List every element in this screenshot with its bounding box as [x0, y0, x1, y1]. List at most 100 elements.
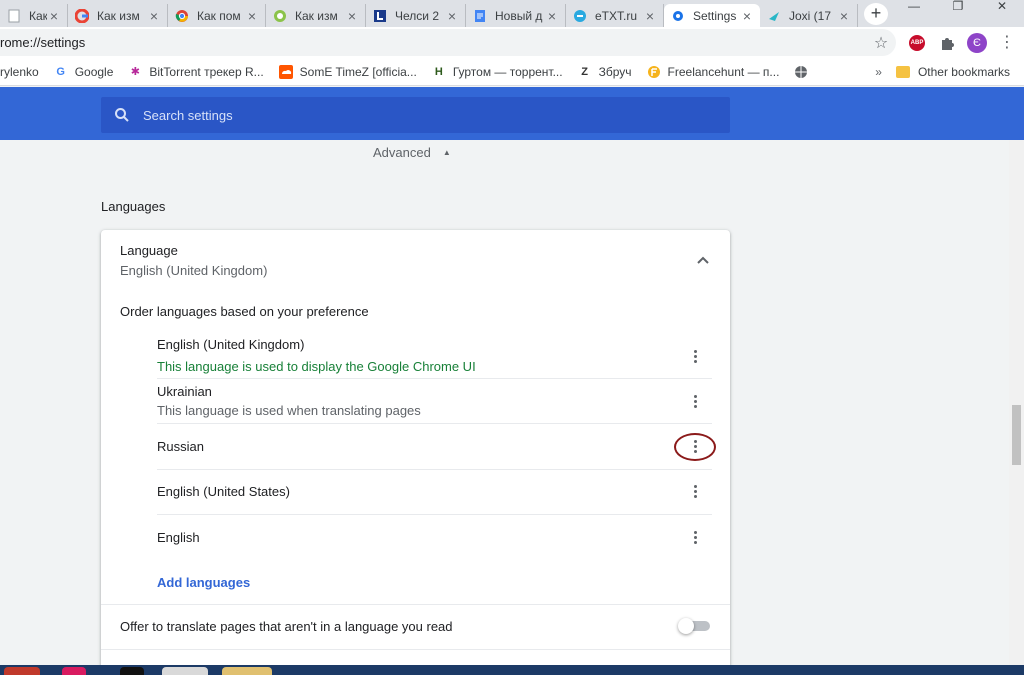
bookmark-1[interactable]: rylenko — [0, 65, 39, 79]
tab-7[interactable]: eTXT.ru × — [566, 4, 664, 27]
tab-6[interactable]: Новый д × — [466, 4, 566, 27]
more-vert-icon — [693, 484, 697, 498]
taskbar-app[interactable] — [62, 667, 86, 675]
taskbar-app[interactable] — [120, 667, 144, 675]
adblock-extension-button[interactable]: ABP — [902, 31, 932, 55]
section-title: Languages — [101, 199, 166, 214]
language-name: English (United Kingdom) — [157, 337, 305, 352]
close-icon[interactable]: × — [740, 8, 754, 24]
bookmark-zbruch[interactable]: Z Збруч — [577, 64, 632, 80]
page-scrollbar[interactable] — [1009, 140, 1024, 665]
bookmark-label: SomE TimeZ [officia... — [299, 64, 417, 79]
tab-strip: Как изм × Как изм × Как пом × Как изм × … — [0, 0, 1024, 27]
bookmark-bittorrent[interactable]: ✱ BitTorrent трекер R... — [127, 64, 264, 80]
globe-icon — [793, 64, 809, 80]
search-input[interactable] — [143, 107, 730, 123]
bookmark-label: Гуртом — торрент... — [452, 64, 563, 79]
bookmark-globe[interactable] — [793, 64, 815, 80]
bookmark-google[interactable]: G Google — [53, 64, 113, 80]
address-bar[interactable]: rome://settings ☆ — [0, 29, 896, 56]
close-icon[interactable]: × — [643, 8, 657, 24]
close-icon[interactable]: × — [445, 8, 459, 24]
bookmark-hurtom[interactable]: H Гуртом — торрент... — [431, 64, 563, 80]
toolbar: rome://settings ☆ ABP Є ⋮ — [0, 27, 1024, 58]
new-tab-button[interactable]: + — [864, 2, 888, 25]
close-window-button[interactable]: ✕ — [980, 0, 1024, 16]
advanced-toggle[interactable]: Advanced ▲ — [373, 145, 451, 160]
url-text[interactable]: rome://settings — [0, 35, 866, 50]
add-languages-link[interactable]: Add languages — [157, 575, 250, 590]
freelancehunt-icon — [646, 64, 662, 80]
highlight-annotation — [674, 433, 716, 461]
tab-settings[interactable]: Settings × — [664, 4, 760, 27]
offer-translate-toggle[interactable] — [678, 618, 712, 634]
more-actions-button[interactable] — [685, 389, 705, 413]
bookmark-freelancehunt[interactable]: Freelancehunt — п... — [646, 64, 780, 80]
order-languages-label: Order languages based on your preference — [120, 304, 369, 319]
star-icon[interactable]: ☆ — [866, 33, 896, 53]
other-bookmarks-folder[interactable]: Other bookmarks — [895, 64, 1010, 79]
search-settings-box[interactable] — [101, 97, 730, 133]
close-icon[interactable]: × — [545, 8, 559, 24]
chevron-up-icon[interactable] — [693, 252, 713, 268]
language-name: Ukrainian — [157, 384, 212, 399]
close-icon[interactable]: × — [837, 8, 851, 24]
bookmark-label: BitTorrent трекер R... — [149, 64, 264, 79]
chrome-menu-button[interactable]: ⋮ — [992, 31, 1022, 55]
language-row: Russian — [157, 424, 712, 470]
bittorrent-icon: ✱ — [130, 66, 140, 78]
bookmark-label: Freelancehunt — п... — [667, 64, 780, 79]
close-icon[interactable]: × — [147, 8, 161, 24]
bookmark-label: Other bookmarks — [917, 64, 1010, 79]
more-vert-icon — [693, 349, 697, 363]
tab-title: Joxi (17 — [789, 8, 832, 23]
taskbar-app[interactable] — [162, 667, 208, 675]
more-actions-button[interactable] — [685, 525, 705, 549]
settings-content: Advanced ▲ Languages Language English (U… — [0, 140, 1024, 670]
close-icon[interactable]: × — [345, 8, 359, 24]
minimize-button[interactable]: — — [892, 0, 936, 16]
bookmarks-bar: rylenko G Google ✱ BitTorrent трекер R..… — [0, 58, 1024, 86]
languages-card: Language English (United Kingdom) Order … — [101, 230, 730, 670]
tab-title: eTXT.ru — [595, 8, 638, 23]
tab-9[interactable]: Joxi (17 × — [760, 4, 858, 27]
z-icon: Z — [581, 65, 588, 78]
tab-1[interactable]: Как изм × — [0, 4, 68, 27]
tab-title: Как изм — [295, 8, 338, 23]
tab-title: Settings — [693, 8, 737, 23]
close-icon[interactable]: × — [47, 8, 61, 24]
restore-button[interactable]: ❐ — [936, 0, 980, 16]
extensions-button[interactable] — [932, 31, 962, 55]
language-row: English (United Kingdom) This language i… — [157, 334, 712, 379]
h-icon: H — [434, 65, 443, 78]
taskbar-app[interactable] — [222, 667, 272, 675]
tab-2[interactable]: Как изм × — [68, 4, 168, 27]
tab-5[interactable]: Челси 2 × — [366, 4, 466, 27]
tab-4[interactable]: Как изм × — [266, 4, 366, 27]
google-icon: G — [56, 65, 65, 78]
bookmark-label: Збруч — [598, 64, 632, 79]
bookmark-label: rylenko — [0, 64, 39, 79]
language-header[interactable]: Language English (United Kingdom) — [120, 243, 267, 278]
tab-title: Как пом — [197, 8, 241, 23]
taskbar-app[interactable] — [4, 667, 40, 675]
close-icon[interactable]: × — [245, 8, 259, 24]
language-row: English — [157, 515, 712, 561]
tab-title: Как изм — [29, 8, 47, 23]
chrome-icon — [174, 8, 190, 24]
puzzle-icon — [942, 37, 954, 50]
tab-title: Как изм — [97, 8, 140, 23]
bookmark-soundcloud[interactable]: SomE TimeZ [officia... — [278, 64, 417, 80]
more-vert-icon — [693, 394, 697, 408]
page-icon — [6, 8, 22, 24]
more-actions-button[interactable] — [685, 344, 705, 368]
chevron-double-right-icon[interactable]: » — [875, 65, 882, 79]
offer-translate-label: Offer to translate pages that aren't in … — [120, 619, 453, 634]
tab-3[interactable]: Как пом × — [168, 4, 266, 27]
scrollbar-thumb[interactable] — [1012, 405, 1021, 465]
more-actions-button[interactable] — [685, 479, 705, 503]
folder-icon — [895, 65, 910, 78]
advanced-label: Advanced — [373, 145, 431, 160]
divider — [101, 649, 730, 650]
profile-button[interactable]: Є — [962, 31, 992, 55]
